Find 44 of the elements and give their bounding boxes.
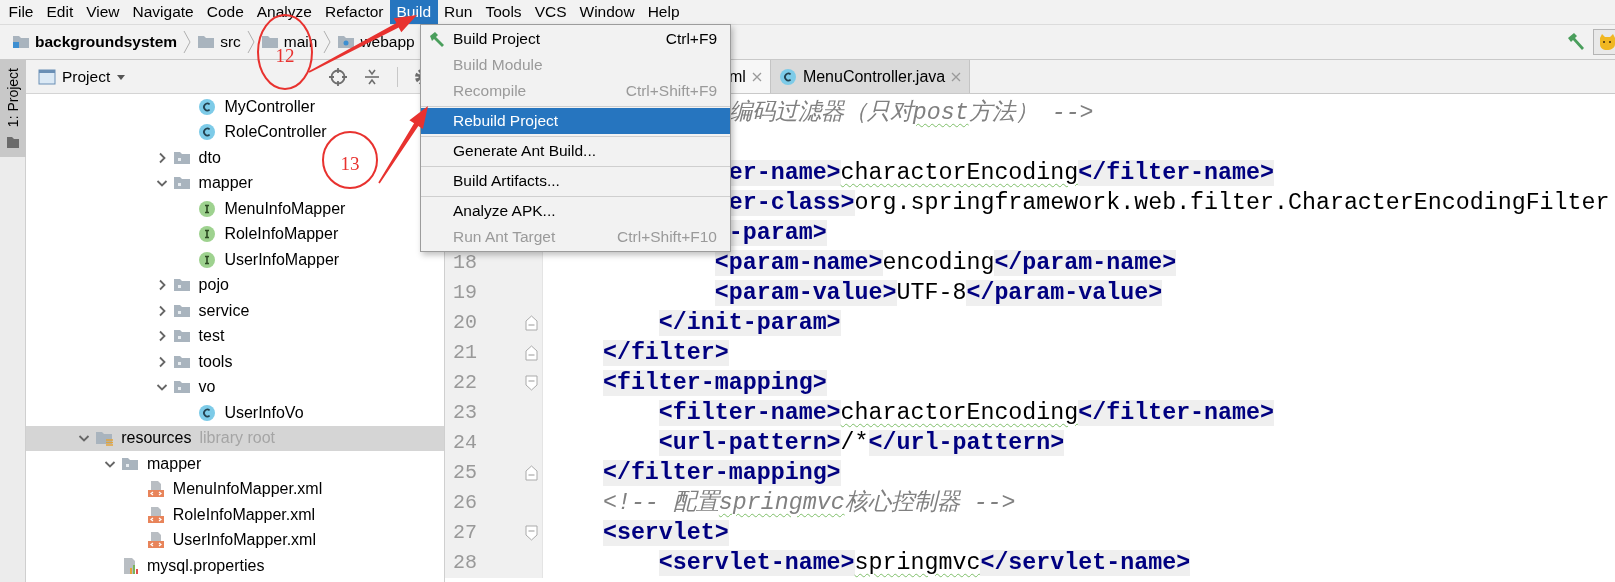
shortcut-label: Ctrl+Shift+F10 (617, 227, 717, 248)
line-number: 19 (453, 284, 477, 302)
code-comment: 方法） --> (968, 100, 1094, 126)
xml-tag: <param-value> (714, 280, 897, 306)
line-number: 23 (453, 404, 477, 422)
line-number: 27 (453, 524, 477, 542)
xml-tag: er-class> (728, 190, 855, 216)
code-text: org.springframework.web.filter.CharacterEncodingFilter (854, 190, 1610, 216)
xml-tag: -param> (728, 220, 827, 246)
xml-tag: </init-param> (658, 310, 841, 336)
xml-tag: <filter-name> (658, 400, 841, 426)
code-text: /* (840, 430, 869, 456)
code-comment: <!-- 配置 (602, 490, 719, 516)
code-text: charactorEncoding (840, 160, 1079, 186)
line-number: 26 (453, 494, 477, 512)
xml-tag: </url-pattern> (868, 430, 1065, 456)
line-number: 21 (453, 344, 477, 362)
line-number: 20 (453, 314, 477, 332)
step-number: 13 (340, 153, 360, 174)
xml-tag: </servlet-name> (980, 550, 1191, 576)
shortcut-label: Ctrl+Shift+F9 (625, 81, 717, 102)
xml-tag: </filter> (602, 340, 729, 366)
code-text: charactorEncoding (840, 400, 1079, 426)
xml-tag: <filter-mapping> (602, 370, 827, 396)
xml-tag: er-name> (728, 160, 841, 186)
line-number: 28 (453, 554, 477, 572)
xml-tag: </filter-mapping> (602, 460, 841, 486)
xml-tag: </filter-name> (1078, 160, 1274, 186)
line-number: 25 (453, 464, 477, 482)
line-number: 18 (453, 254, 477, 272)
shortcut-label: Ctrl+F9 (665, 29, 717, 50)
line-number: 22 (453, 374, 477, 392)
xml-tag: </filter-name> (1078, 400, 1274, 426)
xml-tag: </param-value> (966, 280, 1163, 306)
code-text: UTF-8 (896, 280, 967, 306)
code-comment: 核心控制器 --> (844, 490, 1016, 516)
xml-tag: <url-pattern> (658, 430, 841, 456)
xml-tag: <param-name> (714, 250, 883, 276)
xml-tag: <servlet> (602, 520, 729, 546)
xml-tag: <servlet-name> (658, 550, 855, 576)
code-text: encoding (882, 250, 995, 276)
line-number: 24 (453, 434, 477, 452)
code-text: springmvc (854, 550, 981, 576)
xml-tag: </param-name> (994, 250, 1177, 276)
